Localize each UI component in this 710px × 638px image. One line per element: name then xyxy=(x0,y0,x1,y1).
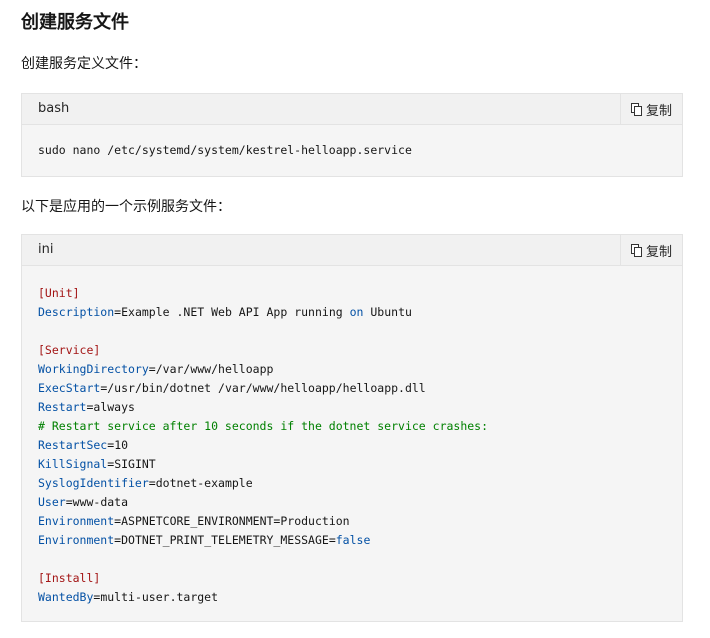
ini-comment: # Restart service after 10 seconds if th… xyxy=(38,419,489,433)
code-line: WantedBy=multi-user.target xyxy=(38,588,666,607)
ini-key: Environment xyxy=(38,533,115,547)
ini-keyword: on xyxy=(349,305,364,319)
ini-key: Restart xyxy=(38,400,87,414)
ini-value: /usr/bin/dotnet /var/www/helloapp/helloa… xyxy=(107,381,426,395)
code-line: Environment=ASPNETCORE_ENVIRONMENT=Produ… xyxy=(38,512,666,531)
ini-value: SIGINT xyxy=(114,457,156,471)
code-line: RestartSec=10 xyxy=(38,436,666,455)
code-line: [Unit] xyxy=(38,284,666,303)
ini-keyword: false xyxy=(335,533,371,547)
ini-value: www-data xyxy=(72,495,129,509)
code-line: KillSignal=SIGINT xyxy=(38,455,666,474)
ini-value: multi-user.target xyxy=(100,590,219,604)
ini-value: Example .NET Web API App running xyxy=(121,305,350,319)
ini-key: SyslogIdentifier xyxy=(38,476,149,490)
copy-label: 复制 xyxy=(645,103,672,119)
copy-label: 复制 xyxy=(645,244,672,260)
code-line: ExecStart=/usr/bin/dotnet /var/www/hello… xyxy=(38,379,666,398)
ini-value: ASPNETCORE_ENVIRONMENT=Production xyxy=(121,514,350,528)
ini-key: Description xyxy=(38,305,115,319)
code-block-bash: bash 复制 sudo nano /etc/systemd/system/ke… xyxy=(21,93,683,177)
ini-value: /var/www/helloapp xyxy=(155,362,274,376)
code-content[interactable]: [Unit] Description=Example .NET Web API A… xyxy=(22,266,682,607)
ini-section: [Unit] xyxy=(38,286,80,300)
ini-value: dotnet-example xyxy=(155,476,253,490)
ini-equals: = xyxy=(148,362,156,376)
ini-key: WantedBy xyxy=(38,590,94,604)
intro-paragraph-1: 创建服务定义文件： xyxy=(21,56,147,72)
ini-key: ExecStart xyxy=(38,381,101,395)
code-block-header: ini 复制 xyxy=(22,235,682,266)
code-line: [Install] xyxy=(38,569,666,588)
copy-icon xyxy=(630,243,643,257)
code-line: # Restart service after 10 seconds if th… xyxy=(38,417,666,436)
ini-key: WorkingDirectory xyxy=(38,362,149,376)
code-line: Description=Example .NET Web API App run… xyxy=(38,303,666,322)
code-language-label: ini xyxy=(38,242,54,257)
code-block-ini: ini 复制 [Unit] Description=Example .NET We… xyxy=(21,234,683,622)
ini-section: [Service] xyxy=(38,343,101,357)
copy-button[interactable]: 复制 xyxy=(620,94,682,124)
ini-value: always xyxy=(93,400,135,414)
ini-equals: = xyxy=(148,476,156,490)
ini-equals: = xyxy=(65,495,73,509)
code-line: WorkingDirectory=/var/www/helloapp xyxy=(38,360,666,379)
copy-icon xyxy=(630,102,643,116)
ini-key: KillSignal xyxy=(38,457,108,471)
code-line: SyslogIdentifier=dotnet-example xyxy=(38,474,666,493)
code-line: Restart=always xyxy=(38,398,666,417)
intro-paragraph-2: 以下是应用的一个示例服务文件： xyxy=(21,199,231,215)
code-line: Environment=DOTNET_PRINT_TELEMETRY_MESSA… xyxy=(38,531,666,550)
ini-key: Environment xyxy=(38,514,115,528)
code-block-header: bash 复制 xyxy=(22,94,682,125)
ini-value: Ubuntu xyxy=(363,305,412,319)
ini-value: 10 xyxy=(114,438,129,452)
code-line: sudo nano /etc/systemd/system/kestrel-he… xyxy=(38,143,412,157)
copy-button[interactable]: 复制 xyxy=(620,235,682,265)
ini-value: DOTNET_PRINT_TELEMETRY_MESSAGE= xyxy=(121,533,336,547)
code-language-label: bash xyxy=(38,101,70,116)
code-line: User=www-data xyxy=(38,493,666,512)
ini-key: RestartSec xyxy=(38,438,108,452)
section-heading: 创建服务文件 xyxy=(21,12,129,33)
code-line: [Service] xyxy=(38,341,666,360)
ini-section: [Install] xyxy=(38,571,101,585)
ini-key: User xyxy=(38,495,66,509)
code-content[interactable]: sudo nano /etc/systemd/system/kestrel-he… xyxy=(22,125,682,160)
